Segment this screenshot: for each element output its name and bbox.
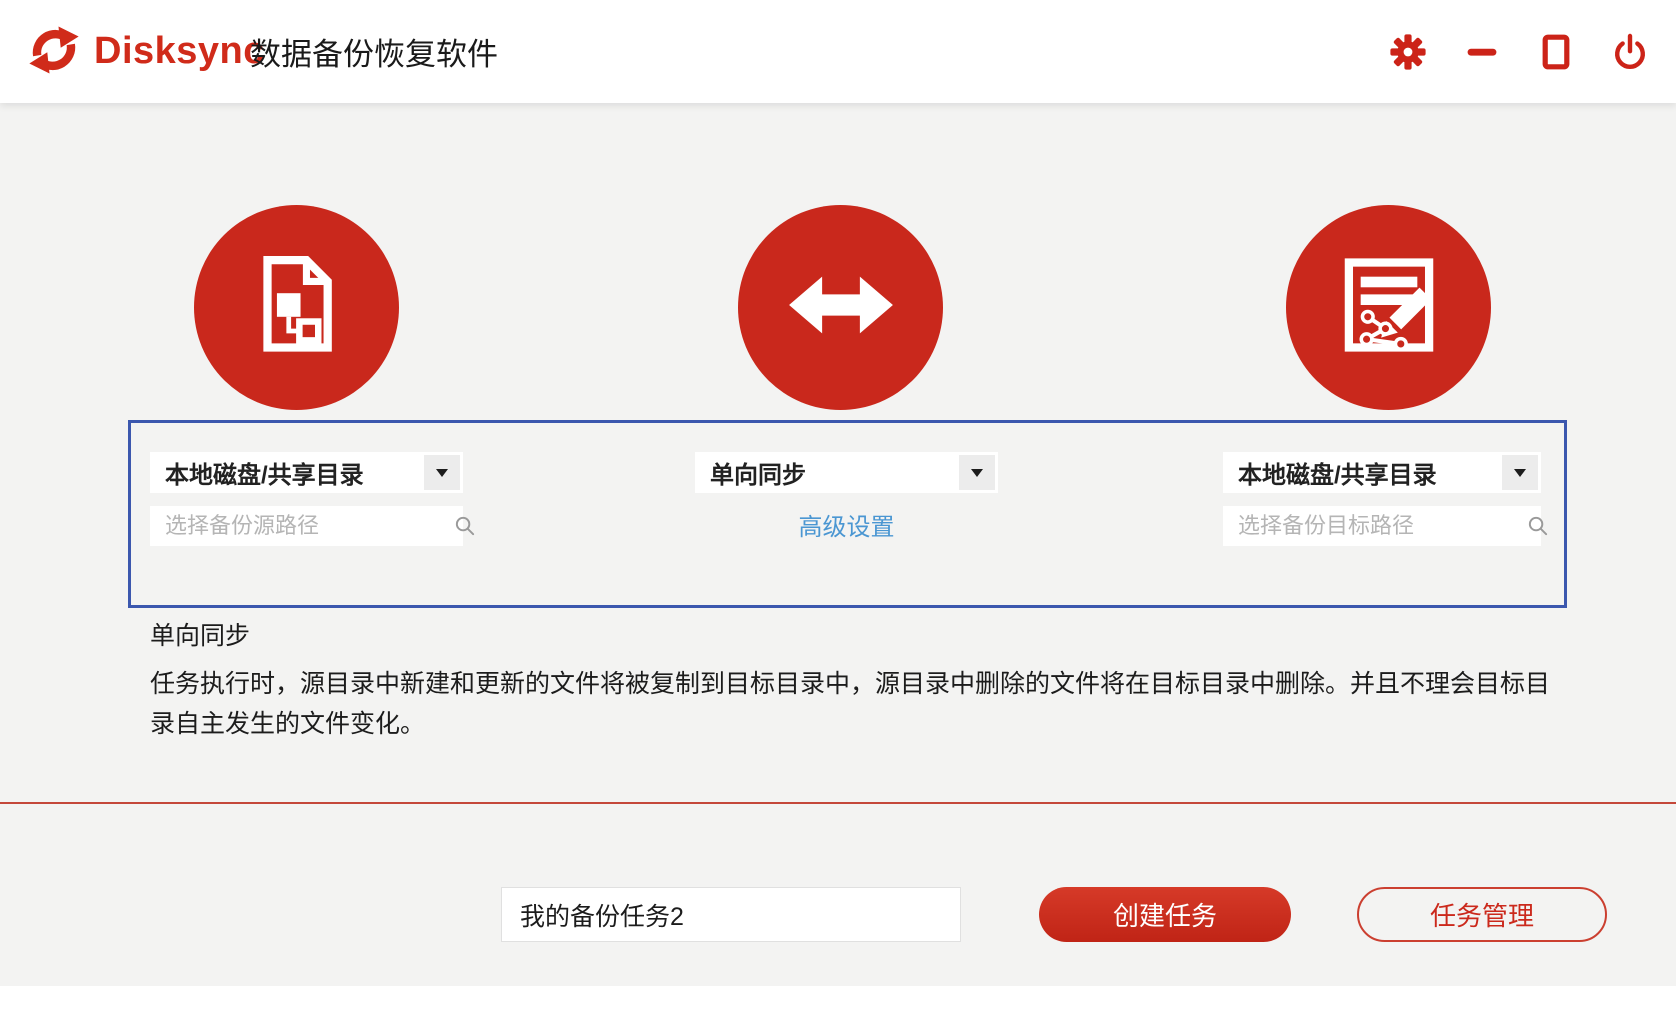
target-path-input[interactable]: [1223, 506, 1526, 546]
source-path-input[interactable]: [150, 506, 453, 546]
power-close-icon[interactable]: [1608, 30, 1652, 74]
task-name-input[interactable]: [501, 887, 961, 942]
target-type-select[interactable]: 本地磁盘/共享目录: [1223, 452, 1541, 493]
chevron-down-icon[interactable]: [959, 455, 995, 490]
bottom-strip: [0, 986, 1676, 1014]
search-icon[interactable]: [1526, 514, 1550, 538]
sync-mode-value: 单向同步: [710, 462, 806, 489]
app-title: 数据备份恢复软件: [250, 37, 498, 72]
search-icon[interactable]: [453, 514, 477, 538]
source-type-value: 本地磁盘/共享目录: [165, 462, 364, 489]
double-arrow-icon: [782, 246, 900, 369]
chevron-down-icon[interactable]: [424, 455, 460, 490]
task-config-panel: 本地磁盘/共享目录 单向同步 高级设置 本地磁盘/共享目录: [128, 420, 1567, 608]
brand-name: Disksync: [94, 30, 265, 72]
sync-logo-icon: [26, 22, 82, 78]
source-circle: [194, 205, 399, 410]
document-flowchart-icon: [238, 246, 356, 369]
target-path-field[interactable]: [1223, 506, 1548, 546]
target-circle: [1286, 205, 1491, 410]
manage-tasks-button[interactable]: 任务管理: [1357, 887, 1607, 942]
settings-gear-icon[interactable]: [1386, 30, 1430, 74]
title-bar: Disksync 数据备份恢复软件: [0, 0, 1676, 103]
minimize-icon[interactable]: [1460, 30, 1504, 74]
window-controls: [1386, 0, 1652, 103]
source-type-select[interactable]: 本地磁盘/共享目录: [150, 452, 463, 493]
source-path-field[interactable]: [150, 506, 475, 546]
sync-circle: [738, 205, 943, 410]
advanced-settings-link[interactable]: 高级设置: [695, 507, 998, 542]
target-type-value: 本地磁盘/共享目录: [1238, 462, 1437, 489]
document-edit-icon: [1330, 246, 1448, 369]
maximize-icon[interactable]: [1534, 30, 1578, 74]
create-task-button[interactable]: 创建任务: [1039, 887, 1291, 942]
sync-mode-description: 任务执行时，源目录中新建和更新的文件将被复制到目标目录中，源目录中删除的文件将在…: [150, 670, 1551, 738]
sync-mode-heading: 单向同步: [150, 622, 251, 650]
sync-mode-select[interactable]: 单向同步: [695, 452, 998, 493]
section-divider: [0, 802, 1676, 804]
chevron-down-icon[interactable]: [1502, 455, 1538, 490]
